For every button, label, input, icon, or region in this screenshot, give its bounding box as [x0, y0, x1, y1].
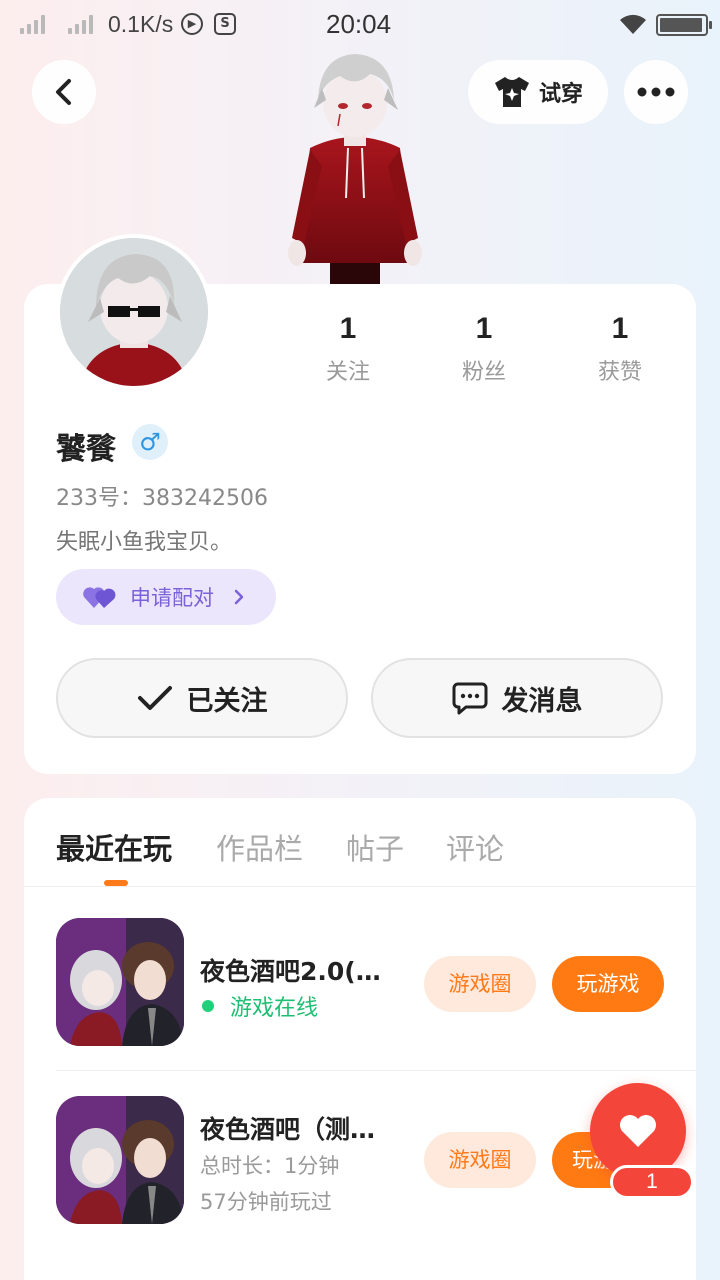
username: 饕餮 [56, 432, 116, 467]
wifi-icon [620, 14, 646, 34]
net-speed: 0.1K/s [108, 11, 174, 37]
game-cover-1 [56, 918, 184, 1046]
send-message-button[interactable]: 发消息 [371, 658, 663, 738]
game-online-label: 游戏在线 [230, 996, 319, 1021]
stat-following-value: 1 [339, 312, 357, 345]
signal-icon [20, 14, 45, 34]
heart-icon [620, 1115, 656, 1147]
like-count-badge: 1 [610, 1165, 694, 1199]
game-title-2[interactable]: 夜色酒吧（测… [200, 1110, 375, 1146]
avatar-figure [288, 54, 422, 288]
game-icon-2[interactable] [56, 1096, 184, 1224]
avatar-image [60, 238, 208, 386]
game-duration-2: 总时长：1分钟 [200, 1154, 340, 1178]
more-dots-icon [637, 87, 675, 97]
send-message-label: 发消息 [501, 685, 583, 717]
check-icon [137, 686, 172, 710]
status-bar: 0.1K/s ▶ S 20:04 [0, 0, 720, 50]
tab-works[interactable]: 作品栏 [216, 826, 303, 868]
online-dot-icon [202, 1000, 214, 1012]
user-bio: 失眠小鱼我宝贝。 [56, 530, 233, 555]
s-notification-icon: S [214, 13, 236, 35]
play-notification-icon: ▶ [181, 13, 203, 35]
game-title-1[interactable]: 夜色酒吧2.0(… [200, 952, 381, 988]
battery-icon [656, 14, 712, 36]
game-circle-button-1[interactable]: 游戏圈 [424, 956, 536, 1012]
apply-match-button[interactable]: 申请配对 [56, 569, 276, 625]
more-button[interactable] [624, 60, 688, 124]
stat-likes-value: 1 [611, 312, 629, 345]
play-game-button-1[interactable]: 玩游戏 [552, 956, 664, 1012]
game-last-played-2: 57分钟前玩过 [200, 1190, 332, 1214]
tshirt-icon [494, 77, 529, 107]
try-on-label: 试穿 [538, 82, 583, 107]
tab-posts[interactable]: 帖子 [346, 826, 404, 868]
clock: 20:04 [326, 9, 392, 39]
game-icon-1[interactable] [56, 918, 184, 1046]
signal-icon-2 [68, 14, 93, 34]
game-circle-button-2[interactable]: 游戏圈 [424, 1132, 536, 1188]
game-cover-2 [56, 1096, 184, 1224]
tab-recently-played[interactable]: 最近在玩 [56, 826, 172, 868]
avatar[interactable] [56, 234, 212, 390]
row-divider [56, 1070, 696, 1071]
user-id: 233号：383242506 [56, 486, 268, 511]
back-button[interactable] [32, 60, 96, 124]
stat-likes[interactable]: 1 获赞 [560, 312, 680, 386]
stat-following[interactable]: 1 关注 [288, 312, 408, 386]
stat-fans-label: 粉丝 [461, 360, 506, 385]
stat-fans[interactable]: 1 粉丝 [424, 312, 544, 386]
apply-match-label: 申请配对 [130, 586, 214, 610]
male-gender-icon: ♂ [132, 424, 168, 460]
followed-button[interactable]: 已关注 [56, 658, 348, 738]
tab-comments[interactable]: 评论 [446, 826, 504, 868]
double-heart-icon [83, 587, 116, 608]
chevron-left-icon [56, 79, 71, 105]
stat-likes-label: 获赞 [597, 360, 642, 385]
followed-label: 已关注 [186, 685, 268, 717]
stat-fans-value: 1 [475, 312, 493, 345]
chat-bubble-icon [452, 682, 487, 715]
chevron-right-icon [234, 589, 244, 605]
try-on-button[interactable]: 试穿 [468, 60, 608, 124]
tab-divider [24, 886, 696, 887]
game-status-1: 游戏在线 [200, 990, 318, 1022]
stat-following-label: 关注 [325, 360, 370, 385]
